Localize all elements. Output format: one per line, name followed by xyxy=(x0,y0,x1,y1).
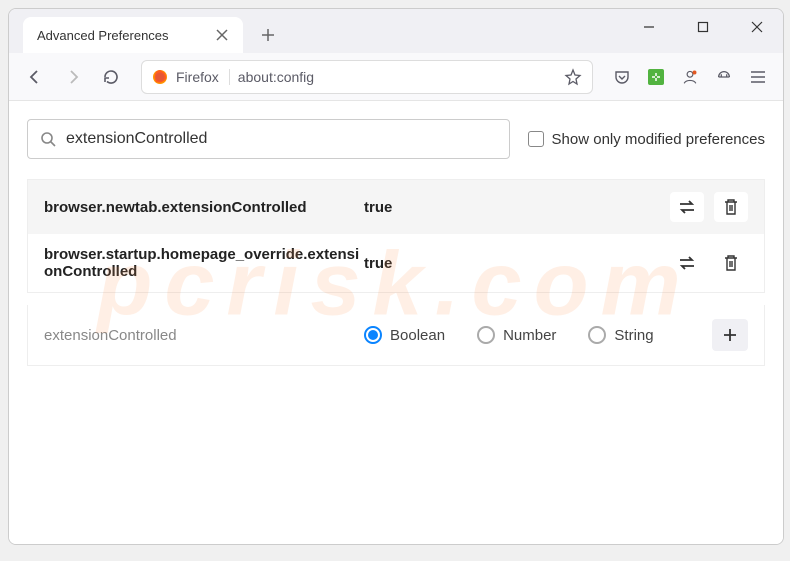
toggle-button[interactable] xyxy=(670,248,704,278)
radio-icon xyxy=(364,326,382,344)
toolbar-actions xyxy=(607,68,773,86)
show-modified-label: Show only modified preferences xyxy=(552,131,765,148)
extensions-icon[interactable] xyxy=(647,68,665,86)
pref-value: true xyxy=(364,255,670,272)
window-controls xyxy=(631,9,775,45)
pref-row: browser.newtab.extensionControlled true xyxy=(28,180,764,234)
type-radio-group: Boolean Number String xyxy=(364,326,712,344)
pocket-icon[interactable] xyxy=(613,68,631,86)
delete-button[interactable] xyxy=(714,248,748,278)
radio-boolean[interactable]: Boolean xyxy=(364,326,445,344)
show-modified-checkbox[interactable]: Show only modified preferences xyxy=(528,131,765,148)
search-input[interactable] xyxy=(66,130,497,148)
url-text: about:config xyxy=(238,69,556,85)
radio-icon xyxy=(588,326,606,344)
search-row: Show only modified preferences xyxy=(27,119,765,159)
new-pref-name: extensionControlled xyxy=(44,327,364,344)
pref-value: true xyxy=(364,199,670,216)
pref-name: browser.newtab.extensionControlled xyxy=(44,199,364,216)
radio-icon xyxy=(477,326,495,344)
toolbar: Firefox about:config xyxy=(9,53,783,101)
prefs-list: browser.newtab.extensionControlled true … xyxy=(27,179,765,293)
toggle-button[interactable] xyxy=(670,192,704,222)
reload-button[interactable] xyxy=(95,61,127,93)
menu-icon[interactable] xyxy=(749,68,767,86)
forward-button[interactable] xyxy=(57,61,89,93)
pref-row: browser.startup.homepage_override.extens… xyxy=(28,234,764,292)
radio-string[interactable]: String xyxy=(588,326,653,344)
pref-actions xyxy=(670,192,748,222)
firefox-icon xyxy=(152,69,168,85)
new-tab-button[interactable] xyxy=(255,17,281,53)
close-icon[interactable] xyxy=(215,28,229,42)
radio-number[interactable]: Number xyxy=(477,326,556,344)
new-pref-row: extensionControlled Boolean Number Strin… xyxy=(27,305,765,366)
close-window-button[interactable] xyxy=(739,11,775,43)
radio-label: String xyxy=(614,327,653,344)
pref-actions xyxy=(670,248,748,278)
tab-title: Advanced Preferences xyxy=(37,28,169,43)
checkbox-icon xyxy=(528,131,544,147)
search-icon xyxy=(40,131,56,147)
pref-name: browser.startup.homepage_override.extens… xyxy=(44,246,364,280)
titlebar: Advanced Preferences xyxy=(9,9,783,53)
radio-label: Number xyxy=(503,327,556,344)
maximize-button[interactable] xyxy=(685,11,721,43)
minimize-button[interactable] xyxy=(631,11,667,43)
tab-active[interactable]: Advanced Preferences xyxy=(23,17,243,53)
radio-label: Boolean xyxy=(390,327,445,344)
browser-window: Advanced Preferences xyxy=(8,8,784,545)
search-box[interactable] xyxy=(27,119,510,159)
page-content: Show only modified preferences browser.n… xyxy=(9,101,783,544)
url-context-label: Firefox xyxy=(176,69,230,85)
add-button[interactable] xyxy=(712,319,748,351)
bookmark-star-icon[interactable] xyxy=(564,68,582,86)
url-bar[interactable]: Firefox about:config xyxy=(141,60,593,94)
delete-button[interactable] xyxy=(714,192,748,222)
back-button[interactable] xyxy=(19,61,51,93)
account-icon[interactable] xyxy=(681,68,699,86)
protections-icon[interactable] xyxy=(715,68,733,86)
